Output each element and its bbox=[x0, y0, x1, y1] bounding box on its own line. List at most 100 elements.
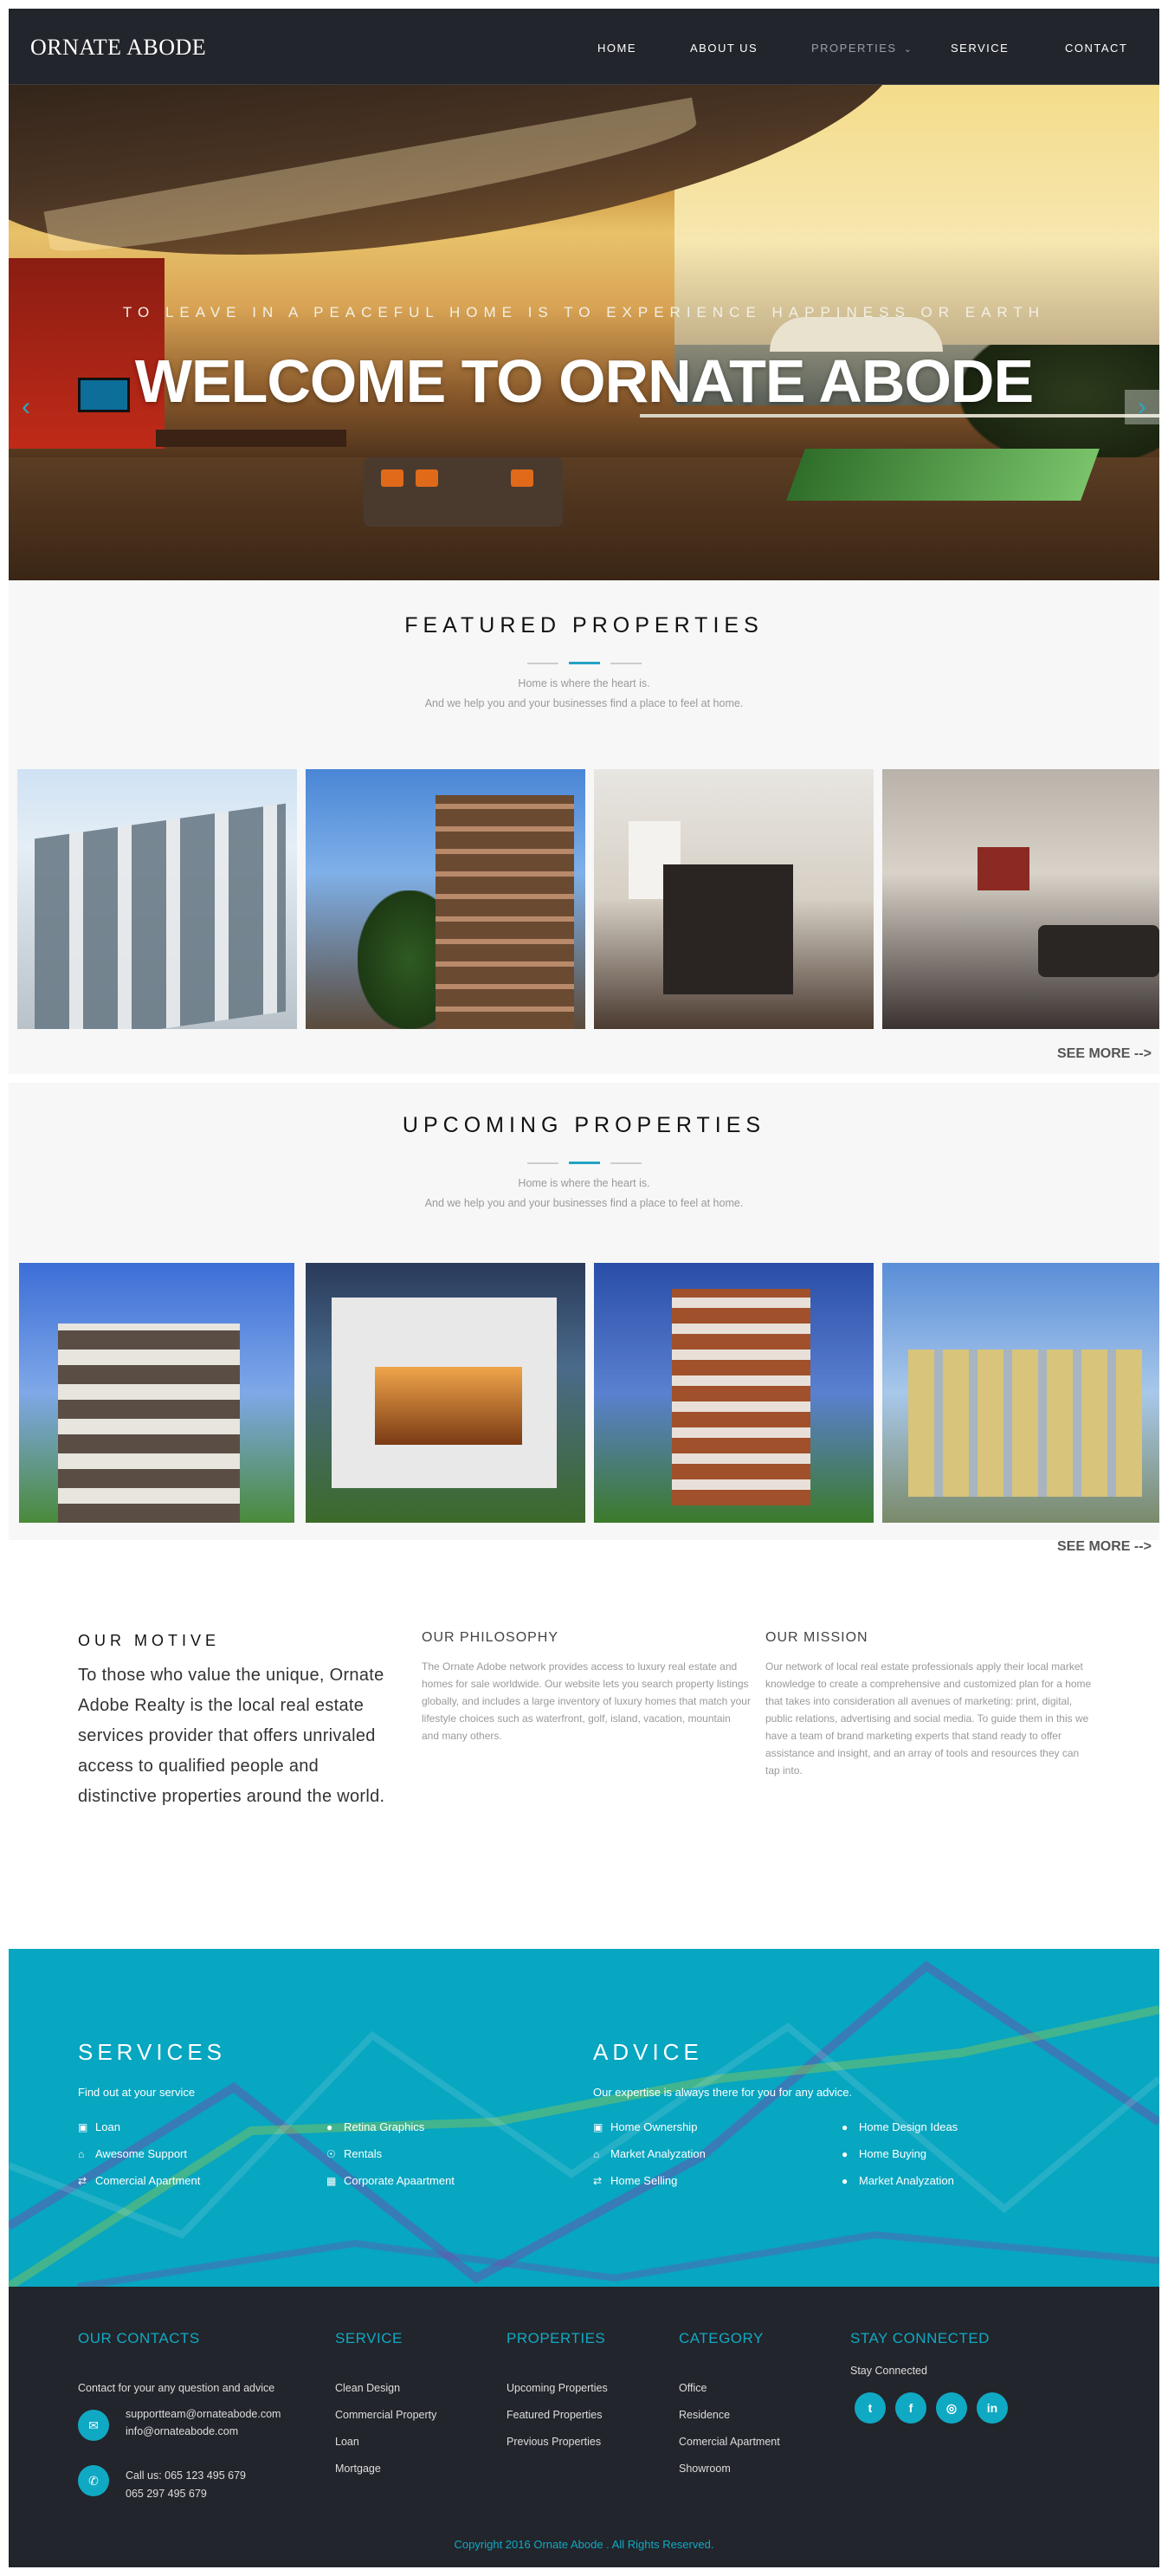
home-icon: ⌂ bbox=[593, 2148, 600, 2160]
mission-title: OUR MISSION bbox=[765, 1630, 868, 1645]
site-logo[interactable]: ORNATE ABODE bbox=[30, 35, 206, 61]
users-icon: ● bbox=[842, 2175, 849, 2187]
advice-item-label: Home Ownership bbox=[610, 2120, 698, 2133]
featured-property-photo[interactable] bbox=[594, 769, 874, 1029]
service-item[interactable]: ▣ Loan bbox=[78, 2120, 120, 2133]
footer-properties-link[interactable]: Upcoming Properties bbox=[507, 2382, 608, 2394]
service-item[interactable]: ▦ Corporate Apaartment bbox=[326, 2174, 455, 2187]
globe-icon: ☉ bbox=[326, 2148, 336, 2160]
users-icon: ● bbox=[326, 2121, 333, 2133]
footer-category-link[interactable]: Showroom bbox=[679, 2463, 731, 2475]
facebook-icon[interactable]: f bbox=[895, 2392, 926, 2424]
advice-item[interactable]: ▣ Home Ownership bbox=[593, 2120, 697, 2133]
footer-service-link[interactable]: Loan bbox=[335, 2436, 359, 2448]
nav-properties-label: PROPERTIES bbox=[811, 42, 897, 55]
users-icon: ● bbox=[842, 2121, 849, 2133]
background-lines bbox=[9, 1960, 1159, 2287]
advice-item[interactable]: ● Home Buying bbox=[842, 2147, 926, 2160]
linkedin-icon[interactable]: in bbox=[977, 2392, 1008, 2424]
upcoming-property-photo[interactable] bbox=[882, 1263, 1159, 1523]
featured-line2: And we help you and your businesses find… bbox=[424, 697, 744, 709]
motive-heading: OUR MOTIVE bbox=[78, 1632, 221, 1649]
upcoming-line1: Home is where the heart is. bbox=[518, 1177, 650, 1189]
advice-item-label: Market Analyzation bbox=[610, 2147, 706, 2160]
footer-service-link[interactable]: Commercial Property bbox=[335, 2409, 436, 2421]
rss-icon[interactable]: ◎ bbox=[936, 2392, 967, 2424]
exchange-icon: ⇄ bbox=[593, 2175, 603, 2187]
service-item-label: Retina Graphics bbox=[344, 2120, 425, 2133]
hero-image-pool bbox=[786, 449, 1100, 501]
philosophy-title: OUR PHILOSOPHY bbox=[422, 1630, 559, 1645]
nav-properties[interactable]: PROPERTIES ⌄ bbox=[811, 42, 913, 55]
money-icon: ▣ bbox=[593, 2121, 603, 2133]
nav-service[interactable]: SERVICE bbox=[951, 42, 1009, 55]
footer-service-title: SERVICE bbox=[335, 2330, 403, 2346]
phone-icon: ✆ bbox=[78, 2465, 109, 2496]
service-item-label: Loan bbox=[95, 2120, 120, 2133]
upcoming-property-photo[interactable] bbox=[594, 1263, 874, 1523]
exchange-icon: ⇄ bbox=[78, 2175, 87, 2187]
nav-contact[interactable]: CONTACT bbox=[1065, 42, 1127, 55]
featured-section: FEATURED PROPERTIES Home is where the he… bbox=[9, 580, 1159, 1074]
hero-subtitle: TO LEAVE IN A PEACEFUL HOME IS TO EXPERI… bbox=[122, 304, 1046, 320]
advice-item-label: Home Design Ideas bbox=[859, 2120, 958, 2133]
contacts-intro: Contact for your any question and advice bbox=[78, 2382, 275, 2394]
service-item[interactable]: ● Retina Graphics bbox=[326, 2120, 424, 2133]
site-header: ORNATE ABODE HOME ABOUT US PROPERTIES ⌄ S… bbox=[9, 9, 1159, 85]
upcoming-property-photo[interactable] bbox=[19, 1263, 294, 1523]
featured-property-photo[interactable] bbox=[882, 769, 1159, 1029]
money-icon: ▣ bbox=[78, 2121, 88, 2133]
chevron-left-icon[interactable]: ‹ bbox=[9, 390, 43, 424]
upcoming-see-more-link[interactable]: SEE MORE --> bbox=[1057, 1539, 1152, 1555]
footer-service-link[interactable]: Mortgage bbox=[335, 2463, 381, 2475]
service-item[interactable]: ⌂ Awesome Support bbox=[78, 2147, 187, 2160]
hero-image-sofa bbox=[364, 457, 563, 527]
advice-item[interactable]: ● Market Analyzation bbox=[842, 2174, 954, 2187]
advice-item[interactable]: ⇄ Home Selling bbox=[593, 2174, 677, 2187]
hero-image-table bbox=[156, 430, 346, 447]
chevron-right-icon[interactable]: › bbox=[1125, 390, 1159, 424]
footer-properties-title: PROPERTIES bbox=[507, 2330, 606, 2346]
service-item[interactable]: ☉ Rentals bbox=[326, 2147, 382, 2160]
twitter-icon[interactable]: t bbox=[855, 2392, 886, 2424]
stay-connected-text: Stay Connected bbox=[850, 2365, 927, 2377]
phone-secondary: 065 297 495 679 bbox=[126, 2488, 207, 2500]
footer-category-link[interactable]: Office bbox=[679, 2382, 707, 2394]
email-support[interactable]: supportteam@ornateabode.com bbox=[126, 2408, 281, 2420]
footer-properties-link[interactable]: Previous Properties bbox=[507, 2436, 601, 2448]
service-item[interactable]: ⇄ Comercial Apartment bbox=[78, 2174, 200, 2187]
advice-item-label: Market Analyzation bbox=[859, 2174, 954, 2187]
phone-primary: Call us: 065 123 495 679 bbox=[126, 2469, 246, 2482]
featured-see-more-link[interactable]: SEE MORE --> bbox=[1057, 1046, 1152, 1062]
featured-property-photo[interactable] bbox=[17, 769, 297, 1029]
featured-property-photo[interactable] bbox=[306, 769, 585, 1029]
email-info[interactable]: info@ornateabode.com bbox=[126, 2425, 238, 2437]
services-title: SERVICES bbox=[78, 2039, 227, 2065]
upcoming-section: UPCOMING PROPERTIES Home is where the he… bbox=[9, 1074, 1159, 1576]
upcoming-title: UPCOMING PROPERTIES bbox=[402, 1113, 766, 1137]
service-item-label: Comercial Apartment bbox=[95, 2174, 201, 2187]
featured-title: FEATURED PROPERTIES bbox=[404, 613, 764, 638]
advice-item[interactable]: ● Home Design Ideas bbox=[842, 2120, 958, 2133]
section-divider bbox=[9, 656, 1159, 665]
advice-title: ADVICE bbox=[593, 2039, 703, 2065]
philosophy-text: The Ornate Adobe network provides access… bbox=[422, 1660, 751, 1742]
users-icon: ● bbox=[842, 2148, 849, 2160]
upcoming-property-photo[interactable] bbox=[306, 1263, 585, 1523]
copyright: Copyright 2016 Ornate Abode . All Rights… bbox=[454, 2538, 714, 2551]
footer-category-link[interactable]: Comercial Apartment bbox=[679, 2436, 780, 2448]
services-section: SERVICES Find out at your service ▣ Loan … bbox=[9, 1949, 1159, 2287]
nav-about-us[interactable]: ABOUT US bbox=[690, 42, 758, 55]
footer-category-link[interactable]: Residence bbox=[679, 2409, 730, 2421]
mission-text: Our network of local real estate profess… bbox=[765, 1660, 1092, 1777]
envelope-icon: ✉ bbox=[78, 2410, 109, 2441]
nav-home[interactable]: HOME bbox=[597, 42, 636, 55]
home-icon: ⌂ bbox=[78, 2148, 85, 2160]
advice-item-label: Home Buying bbox=[859, 2147, 927, 2160]
upcoming-line2: And we help you and your businesses find… bbox=[424, 1197, 744, 1209]
footer-service-link[interactable]: Clean Design bbox=[335, 2382, 400, 2394]
footer-category-title: CATEGORY bbox=[679, 2330, 764, 2346]
advice-item[interactable]: ⌂ Market Analyzation bbox=[593, 2147, 706, 2160]
advice-subtitle: Our expertise is always there for you fo… bbox=[593, 2086, 853, 2099]
footer-properties-link[interactable]: Featured Properties bbox=[507, 2409, 602, 2421]
